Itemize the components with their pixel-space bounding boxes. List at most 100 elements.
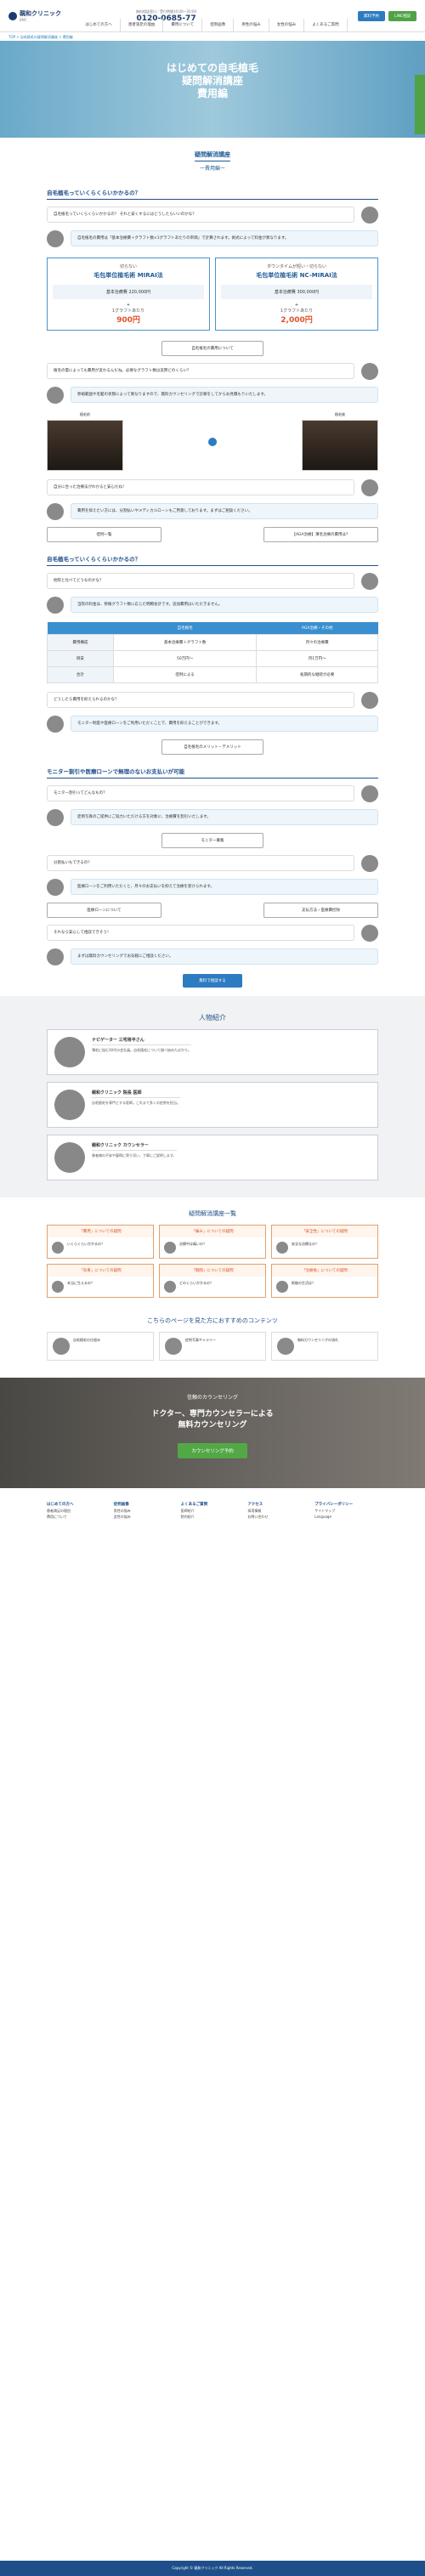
avatar xyxy=(47,503,64,520)
footer-link[interactable]: お問い合わせ xyxy=(247,1514,311,1520)
course-item[interactable]: 「期間」についての疑問 どのくらいかかるの？ xyxy=(159,1264,266,1298)
table-cell: 症例による xyxy=(112,666,258,683)
footer-link[interactable]: 患者満足の理由 xyxy=(47,1508,110,1514)
footer-link[interactable]: Language xyxy=(314,1514,378,1520)
hero-line3: 費用編 xyxy=(196,88,228,99)
nav-item[interactable]: よくあるご質問 xyxy=(304,19,348,32)
plan-card-mirai: 切らない 毛包単位植毛術 MIRAI法 基本治療費 220,000円 +1グラフトあた… xyxy=(47,258,210,331)
after-photo xyxy=(302,420,378,471)
course-item-text: 術後の生活は？ xyxy=(292,1281,315,1285)
course-grid: 「費用」についての疑問 いくらくらいかかるの？ 「痛み」についての疑問治療中は痛い… xyxy=(0,1225,425,1298)
course-item[interactable]: 「治療後」についての疑問術後の生活は？ xyxy=(271,1264,378,1298)
merit-link-button[interactable]: 自毛植毛のメリット・デメリット xyxy=(162,739,264,755)
course-item[interactable]: 「痛み」についての疑問治療中は痛いの？ xyxy=(159,1225,266,1259)
plan-name: 毛包単位植毛術 NC-MIRAI法 xyxy=(256,272,337,279)
nav-item[interactable]: 患者満足の理由 xyxy=(121,19,164,32)
course-item[interactable]: 「費用」についての疑問 いくらくらいかかるの？ xyxy=(47,1225,154,1259)
nav-item[interactable]: はじめての方へ xyxy=(77,19,121,32)
recommend-item[interactable]: 自毛植毛の仕組み xyxy=(47,1332,154,1361)
footer-link[interactable]: よくあるご質問 xyxy=(181,1502,245,1508)
loan-button[interactable]: 医療ローンについて xyxy=(47,903,162,918)
footer-link[interactable]: サイトマップ xyxy=(314,1508,378,1514)
table-cell: 目安 xyxy=(47,650,114,667)
question-bubble: モニター割引ってどんなもの？ xyxy=(47,785,354,801)
hero-line2: 疑問解消講座 xyxy=(181,75,243,87)
course-item[interactable]: 「安全性」についての疑問 安全な治療なの？ xyxy=(271,1225,378,1259)
person-name: ナビゲーター 三宅将平さん xyxy=(92,1037,191,1045)
person-desc: 薄毛に悩む30代の会社員。自毛植毛について調べ始めたばかり。 xyxy=(92,1048,191,1052)
footer-link[interactable]: 女性の悩み xyxy=(114,1514,178,1520)
course-item-heading: 「治療後」についての疑問 xyxy=(272,1265,377,1277)
tel-note: 無料相談窓口／受付時間10:00〜20:00 xyxy=(136,8,197,14)
cost-link-button[interactable]: 自毛植毛の費用について xyxy=(162,341,264,356)
avatar xyxy=(52,1281,64,1293)
banner-reserve-button[interactable]: カウンセリング予約 xyxy=(178,1443,247,1458)
avatar xyxy=(361,363,378,380)
course-item[interactable]: 「効果」についての疑問 本当に生えるの？ xyxy=(47,1264,154,1298)
monitor-link-button[interactable]: モニター募集 xyxy=(162,833,264,848)
avatar xyxy=(361,925,378,942)
footer-link[interactable]: 男性の悩み xyxy=(114,1508,178,1514)
question-bubble: 自分に合った治療法がわかると安心だね！ xyxy=(47,479,354,495)
aga-cost-button[interactable]: 【AGA治療】薄毛治療の費用は？ xyxy=(264,527,378,542)
unit-price: 900円 xyxy=(116,316,140,325)
answer-bubble: まずは無料カウンセリングでお気軽にご相談ください。 xyxy=(71,948,378,965)
side-cta[interactable] xyxy=(415,75,425,134)
table-cell: 費用構成 xyxy=(47,634,114,651)
avatar xyxy=(47,597,64,614)
recommend-item[interactable]: 無料カウンセリングの流れ xyxy=(271,1332,378,1361)
unit-price: 2,000円 xyxy=(280,316,313,325)
consult-button[interactable]: 無料で相談する xyxy=(183,974,242,988)
person-card: 親和クリニック カウンセラー 患者様の不安や疑問に寄り添い、丁寧にご説明します。 xyxy=(47,1135,378,1180)
avatar xyxy=(164,1242,176,1254)
people-section: 人物紹介 ナビゲーター 三宅将平さん 薄毛に悩む30代の会社員。自毛植毛について調… xyxy=(0,996,425,1197)
avatar xyxy=(47,716,64,733)
recommend-title: こちらのページを見た方におすすめのコンテンツ xyxy=(147,1317,278,1324)
footer-link[interactable]: はじめての方へ xyxy=(47,1502,110,1508)
course-item-text: どのくらいかかるの？ xyxy=(179,1281,213,1285)
banner-sub: 信頼のカウンセリング xyxy=(186,1395,238,1401)
question-bubble: 自毛植毛っていくらくらいかかるの？ それと安くするにはどうしたらいいのかな？ xyxy=(47,207,354,223)
footer-link[interactable]: アクセス xyxy=(247,1502,311,1508)
table-cell: 50万円〜 xyxy=(112,650,258,667)
answer-bubble: 当院の料金は、移植グラフト数に応じた明瞭会計です。追加費用はいただきません。 xyxy=(71,597,378,613)
person-desc: 患者様の不安や疑問に寄り添い、丁寧にご説明します。 xyxy=(92,1153,177,1158)
nav-item[interactable]: 男性の悩み xyxy=(234,19,269,32)
recommend-item[interactable]: 症例写真ギャラリー xyxy=(159,1332,266,1361)
nav-item[interactable]: 女性の悩み xyxy=(269,19,305,32)
avatar xyxy=(47,230,64,247)
avatar xyxy=(361,573,378,590)
course-item-heading: 「効果」についての疑問 xyxy=(48,1265,153,1277)
course-item-heading: 「安全性」についての疑問 xyxy=(272,1226,377,1237)
footer-link[interactable]: 症例画像 xyxy=(114,1502,178,1508)
nav-item[interactable]: 費用について xyxy=(163,19,203,32)
banner-line1: ドクター、専門カウンセラーによる xyxy=(151,1410,274,1418)
banner-line2: 無料カウンセリング xyxy=(178,1421,247,1430)
footer-link[interactable]: 医師紹介 xyxy=(181,1508,245,1514)
plan-base: 基本治療費 300,000円 xyxy=(221,285,372,299)
person-desc: 自毛植毛を専門とする医師。これまで多くの症例を担当。 xyxy=(92,1101,180,1105)
footer-link[interactable]: 採用情報 xyxy=(247,1508,311,1514)
section-heading: モニター割引や医療ローンで無理のないお支払いが可能 xyxy=(47,767,378,778)
avatar xyxy=(52,1242,64,1254)
avatar xyxy=(276,1242,288,1254)
course-item-text: 治療中は痛いの？ xyxy=(179,1242,207,1246)
answer-bubble: 移植範囲や毛髪の状態によって異なりますので、無料カウンセリングで診察をしてからお… xyxy=(71,387,378,403)
course-subtitle: ー費用編ー xyxy=(199,166,225,172)
course-list-title: 疑問解消講座一覧 xyxy=(189,1210,236,1217)
payment-button[interactable]: 支払方法・医療費控除 xyxy=(264,903,378,918)
section-heading: 自毛植毛っていくらくらいかかるの？ xyxy=(47,554,378,566)
hero: はじめての自毛植毛 疑問解消講座 費用編 xyxy=(0,41,425,138)
footer-link[interactable]: 費用について xyxy=(47,1514,110,1520)
table-cell: 基本治療費＋グラフト数 xyxy=(112,634,258,651)
case-list-button[interactable]: 症例一覧 xyxy=(47,527,162,542)
footer-link[interactable]: 院内紹介 xyxy=(181,1514,245,1520)
course-item-heading: 「痛み」についての疑問 xyxy=(160,1226,265,1237)
avatar xyxy=(276,1281,288,1293)
footer-link[interactable]: プライバシーポリシー xyxy=(314,1502,378,1508)
answer-bubble: 費用を抑えたい方には、分割払いやメディカルローンもご用意しております。まずはご相… xyxy=(71,503,378,519)
nav-item[interactable]: 症例画像 xyxy=(202,19,235,32)
hero-line1: はじめての自毛植毛 xyxy=(166,62,258,74)
person-card: ナビゲーター 三宅将平さん薄毛に悩む30代の会社員。自毛植毛について調べ始めたば… xyxy=(47,1029,378,1075)
breadcrumb[interactable]: TOP > 自毛植毛の疑問解消講座 > 費用編 xyxy=(0,32,425,41)
